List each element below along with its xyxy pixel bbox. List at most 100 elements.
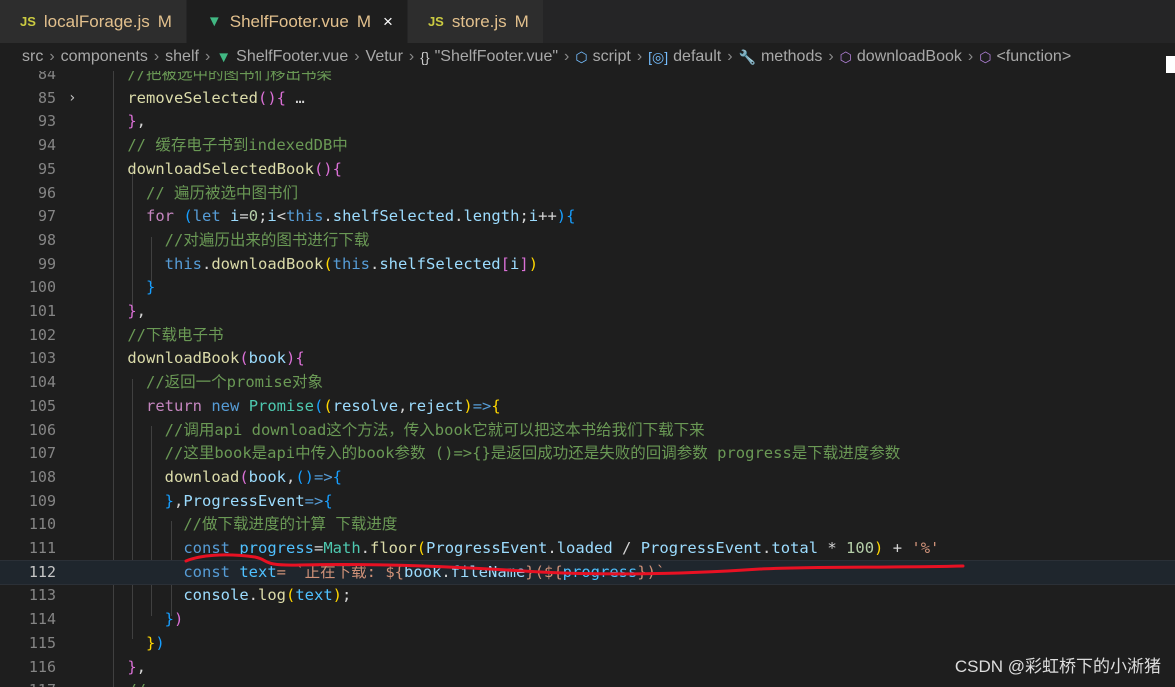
code-token: . — [762, 539, 772, 557]
code-line[interactable]: 100 } — [0, 276, 1175, 300]
line-number: 105 — [28, 396, 56, 415]
code-token: fileName — [450, 562, 526, 581]
code-token: … — [286, 88, 305, 107]
code-line[interactable]: 112 const text= `正在下载: ${book.fileName}(… — [0, 559, 1175, 586]
code-token: text — [295, 586, 333, 605]
code-text: const text= `正在下载: ${book.fileName}(${pr… — [90, 561, 665, 585]
code-token: . — [248, 586, 258, 605]
tab-store-js[interactable]: JS store.js M — [407, 0, 544, 43]
code-token: // — [127, 681, 146, 687]
code-token: this — [164, 254, 202, 273]
line-number: 116 — [28, 657, 56, 676]
code-token: downloadSelectedBook — [127, 159, 314, 178]
code-line[interactable]: 94 // 缓存电子书到indexedDB中 — [0, 134, 1175, 158]
code-token: } — [164, 491, 174, 510]
chevron-right-icon: › — [564, 48, 570, 65]
code-editor[interactable]: 84 //把被选中的图书们移出书架 85 › removeSelected(){ …… — [0, 71, 1175, 687]
code-token: // 缓存电子书到indexedDB中 — [127, 136, 348, 155]
code-text: }, — [90, 656, 146, 680]
code-line[interactable]: 95 downloadSelectedBook(){ — [0, 158, 1175, 182]
code-line[interactable]: 117 // — [0, 679, 1175, 687]
breadcrumb-item[interactable]: ⬡ downloadBook — [840, 48, 962, 66]
code-line[interactable]: 110 //做下载进度的计算 下载进度 — [0, 513, 1175, 537]
breadcrumb-label: shelf — [165, 48, 199, 65]
breadcrumb-label: script — [592, 48, 631, 65]
breadcrumb-item[interactable]: ▼ ShelfFooter.vue — [216, 48, 348, 66]
line-number: 97 — [37, 207, 56, 226]
line-number: 115 — [28, 633, 56, 652]
code-token: } — [146, 633, 156, 652]
code-token: text — [239, 562, 277, 581]
code-text: const progress=Math.floor(ProgressEvent.… — [90, 537, 939, 561]
code-token: { — [566, 207, 576, 226]
code-token: = — [239, 207, 249, 226]
chevron-right-icon: › — [153, 48, 160, 65]
code-line[interactable]: 107 //这里book是api中传入的book参数 ()=>{}是返回成功还是… — [0, 442, 1175, 466]
code-line[interactable]: 104 //返回一个promise对象 — [0, 371, 1175, 395]
code-line[interactable]: 105 return new Promise((resolve,reject)=… — [0, 395, 1175, 419]
code-token: ProgressEvent — [426, 539, 548, 557]
breadcrumb-item[interactable]: {} "ShelfFooter.vue" — [420, 48, 558, 66]
scrollbar-marker[interactable] — [1166, 56, 1175, 73]
code-line[interactable]: 99 this.downloadBook(this.shelfSelected[… — [0, 253, 1175, 277]
code-line[interactable]: 111 const progress=Math.floor(ProgressEv… — [0, 537, 1175, 561]
line-number: 108 — [28, 467, 56, 486]
code-token: log — [258, 586, 286, 605]
line-number: 103 — [28, 349, 56, 368]
code-token: . — [547, 539, 557, 557]
code-text: }) — [90, 632, 165, 656]
code-line[interactable]: 103 downloadBook(book){ — [0, 347, 1175, 371]
code-token: { — [276, 88, 286, 107]
close-icon[interactable]: × — [383, 12, 393, 32]
cube-icon: ⬡ — [575, 48, 588, 65]
code-line[interactable]: 96 // 遍历被选中图书们 — [0, 182, 1175, 206]
code-line[interactable]: 113 console.log(text); — [0, 584, 1175, 608]
code-line[interactable]: 97 for (let i=0;i<this.shelfSelected.len… — [0, 205, 1175, 229]
code-line[interactable]: 98 //对遍历出来的图书进行下载 — [0, 229, 1175, 253]
code-text: } — [90, 276, 155, 300]
fold-chevron-icon[interactable]: › — [68, 87, 76, 111]
code-token: , — [398, 396, 408, 415]
code-line[interactable]: 84 //把被选中的图书们移出书架 — [0, 71, 1175, 87]
chevron-right-icon: › — [967, 48, 974, 65]
code-text: download(book,()=>{ — [90, 466, 342, 490]
code-token: ; — [519, 207, 529, 226]
tab-localforage-js[interactable]: JS localForage.js M — [0, 0, 187, 43]
line-number: 104 — [28, 373, 56, 392]
breadcrumb-item[interactable]: [◎] default — [648, 48, 721, 66]
code-token: , — [136, 112, 147, 131]
code-token: return — [146, 396, 202, 415]
breadcrumb-item[interactable]: Vetur — [366, 48, 403, 66]
code-line[interactable]: 114 }) — [0, 608, 1175, 632]
breadcrumb-item[interactable]: components — [61, 48, 148, 66]
code-text: }, — [90, 110, 146, 134]
code-line[interactable]: 106 //调用api download这个方法，传入book它就可以把这本书给… — [0, 419, 1175, 443]
code-token: downloadBook — [211, 254, 324, 273]
tab-shelffooter-vue[interactable]: ▼ ShelfFooter.vue M × — [186, 0, 408, 43]
code-line[interactable]: 93 }, — [0, 110, 1175, 134]
breadcrumb-item[interactable]: ⬡ <function> — [979, 48, 1071, 66]
breadcrumb-item[interactable]: 🔧 methods — [739, 48, 823, 66]
code-line[interactable]: 102 //下载电子书 — [0, 324, 1175, 348]
code-line[interactable]: 109 },ProgressEvent=>{ — [0, 490, 1175, 514]
breadcrumb-item[interactable]: src — [22, 48, 43, 66]
breadcrumb-item[interactable]: shelf — [165, 48, 199, 66]
code-token: ] — [519, 254, 529, 273]
code-token: * — [818, 539, 847, 557]
code-line[interactable]: 101 }, — [0, 300, 1175, 324]
code-text: //调用api download这个方法，传入book它就可以把这本书给我们下载… — [90, 419, 705, 443]
code-line[interactable]: 85 › removeSelected(){ … — [0, 87, 1175, 111]
code-token: new — [211, 396, 240, 415]
code-line[interactable]: 108 download(book,()=>{ — [0, 466, 1175, 490]
breadcrumb-item[interactable]: ⬡ script — [575, 48, 630, 66]
